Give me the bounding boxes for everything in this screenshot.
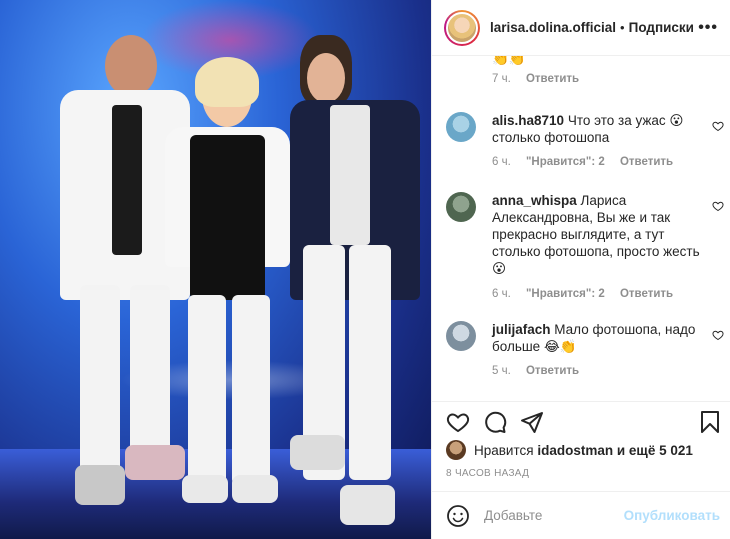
comment-body: julijafach Мало фотошопа, надо больше 😂👏 (492, 321, 700, 355)
comment-like-heart-icon[interactable] (712, 329, 724, 341)
comment-likes[interactable]: "Нравится": 2 (526, 288, 605, 300)
comments-list[interactable]: 👏👏 7 ч. Ответить alis.ha8710 Что это за … (432, 56, 730, 401)
heart-icon[interactable] (446, 410, 470, 434)
comment-input[interactable]: Добавьте (484, 508, 624, 523)
following-button[interactable]: Подписки (629, 20, 694, 35)
post-comment-button[interactable]: Опубликовать (624, 508, 720, 523)
reply-button[interactable]: Ответить (526, 365, 579, 377)
photo-person-right (285, 35, 425, 535)
comment-like-heart-icon[interactable] (712, 200, 724, 212)
smiley-icon[interactable] (446, 504, 470, 528)
comment-item: julijafach Мало фотошопа, надо больше 😂👏… (432, 321, 730, 377)
commenter-username[interactable]: alis.ha8710 (492, 113, 564, 128)
partial-comment-text: 👏👏 (492, 56, 526, 66)
comment-body: anna_whispa Лариса Александровна, Вы же … (492, 192, 700, 277)
post-actions-bar (432, 401, 730, 443)
bookmark-icon[interactable] (698, 410, 722, 434)
comment-item: alis.ha8710 Что это за ужас 😮 столько фо… (432, 112, 730, 168)
reply-button[interactable]: Ответить (526, 73, 579, 85)
commenter-avatar[interactable] (446, 192, 476, 222)
commenter-avatar[interactable] (446, 112, 476, 142)
partial-comment: 👏👏 7 ч. Ответить (492, 56, 591, 85)
comment-body: alis.ha8710 Что это за ужас 😮 столько фо… (492, 112, 700, 146)
likes-count[interactable]: и ещё 5 021 (617, 443, 693, 458)
post-header: larisa.dolina.official • Подписки ••• (432, 0, 730, 56)
comment-icon[interactable] (483, 410, 507, 434)
liker-username[interactable]: idadostman (537, 443, 613, 458)
post-photo[interactable] (0, 0, 431, 539)
comment-time[interactable]: 6 ч. (492, 156, 511, 168)
likes-summary: Нравится idadostman и ещё 5 021 (446, 440, 730, 460)
reply-button[interactable]: Ответить (620, 288, 673, 300)
add-comment-bar: Добавьте Опубликовать (432, 491, 730, 539)
comment-time[interactable]: 5 ч. (492, 365, 511, 377)
commenter-avatar[interactable] (446, 321, 476, 351)
post-timestamp[interactable]: 8 ЧАСОВ НАЗАД (446, 468, 529, 479)
comment-time[interactable]: 6 ч. (492, 288, 511, 300)
reply-button[interactable]: Ответить (620, 156, 673, 168)
post-side-panel: larisa.dolina.official • Подписки ••• 👏👏… (431, 0, 730, 539)
comment-like-heart-icon[interactable] (712, 120, 724, 132)
commenter-username[interactable]: anna_whispa (492, 193, 577, 208)
more-options-icon[interactable]: ••• (698, 19, 718, 36)
header-separator: • (620, 20, 625, 35)
photo-person-middle (150, 57, 300, 515)
likes-prefix: Нравится (474, 442, 534, 458)
paper-plane-icon[interactable] (520, 410, 544, 434)
liker-avatar[interactable] (446, 440, 466, 460)
author-avatar[interactable] (444, 9, 480, 46)
instagram-post-view: larisa.dolina.official • Подписки ••• 👏👏… (0, 0, 730, 539)
comment-time[interactable]: 7 ч. (492, 73, 511, 85)
author-username[interactable]: larisa.dolina.official (490, 20, 616, 35)
comment-likes[interactable]: "Нравится": 2 (526, 156, 605, 168)
commenter-username[interactable]: julijafach (492, 322, 551, 337)
comment-item: anna_whispa Лариса Александровна, Вы же … (432, 192, 730, 300)
